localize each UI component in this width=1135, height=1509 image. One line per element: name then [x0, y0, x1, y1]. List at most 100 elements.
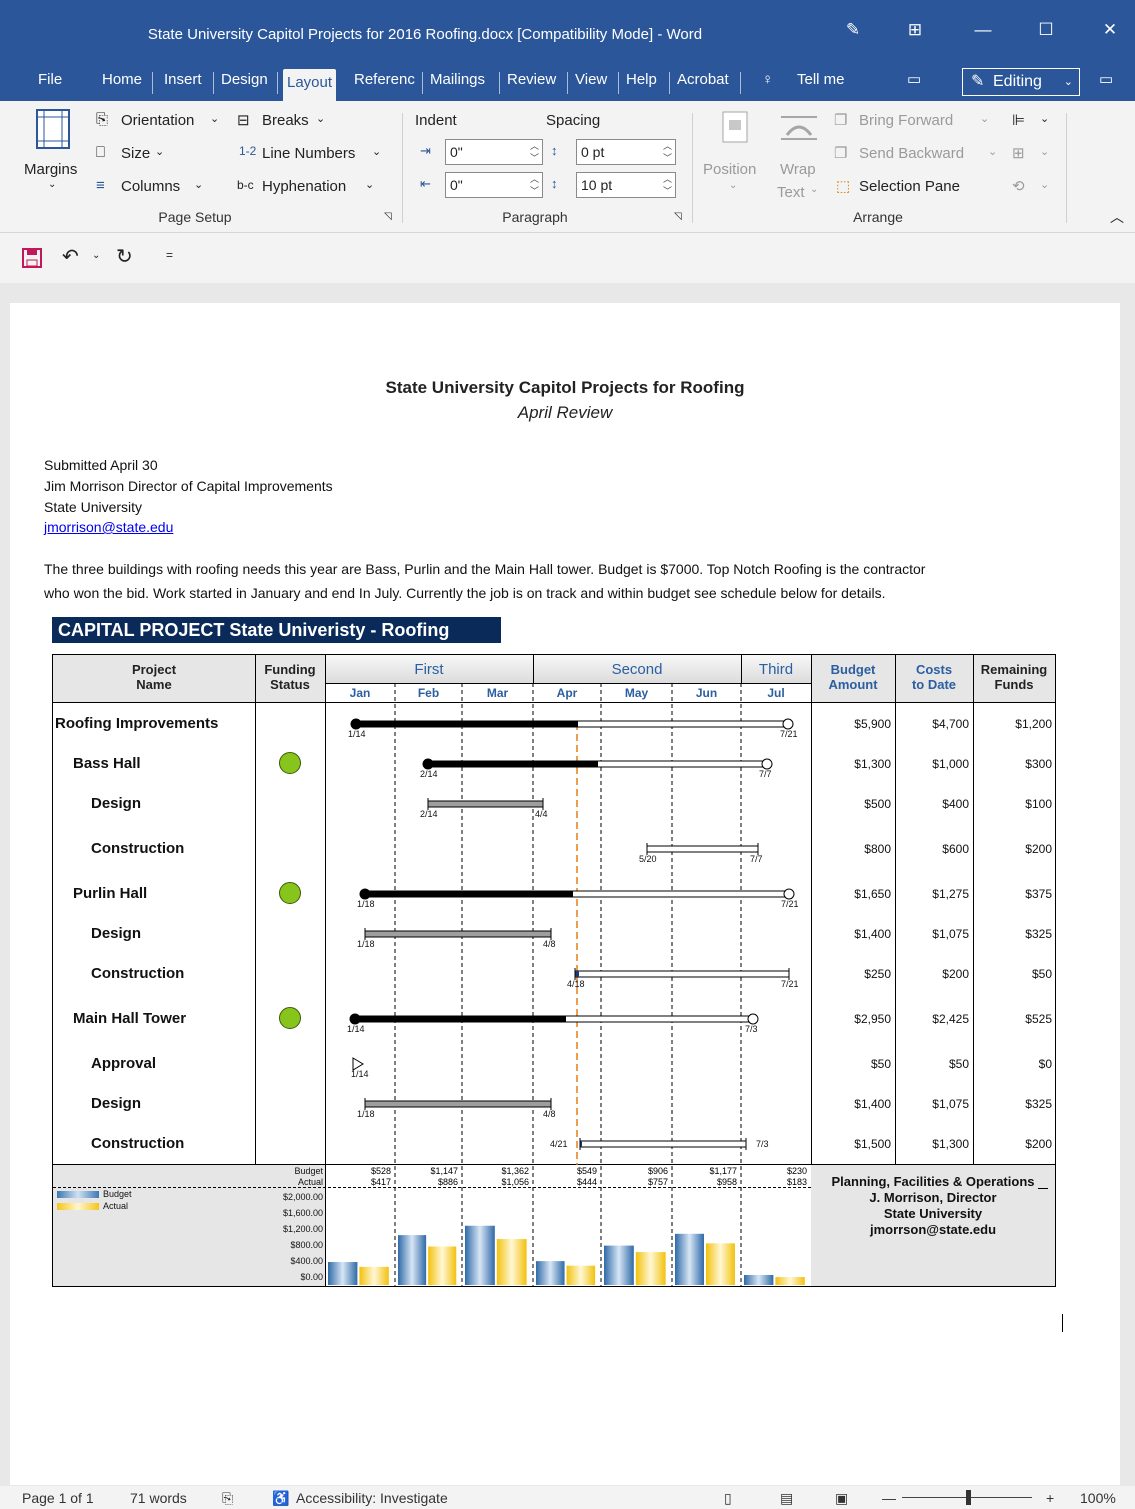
- customize-toolbar-icon[interactable]: =: [166, 248, 173, 262]
- zoom-level[interactable]: 100%: [1080, 1490, 1116, 1506]
- label-budget-mar: $1,362: [501, 1166, 529, 1176]
- close-button[interactable]: ✕: [1090, 16, 1130, 44]
- maximize-button[interactable]: ☐: [1026, 16, 1066, 44]
- spinner-icon[interactable]: ︿ ﹀: [663, 173, 672, 197]
- rotate-icon[interactable]: ⟲: [1012, 177, 1025, 195]
- read-mode-icon[interactable]: ▯: [724, 1490, 732, 1507]
- tab-home[interactable]: Home: [98, 65, 146, 101]
- tab-insert[interactable]: Insert: [160, 65, 206, 101]
- dialog-launcher-icon[interactable]: ◹: [674, 211, 682, 222]
- send-backward-button[interactable]: Send Backward: [859, 145, 964, 162]
- task-name[interactable]: Design: [91, 925, 141, 942]
- selection-pane-button[interactable]: Selection Pane: [859, 178, 960, 195]
- chevron-down-icon[interactable]: ⌄: [92, 250, 100, 261]
- tab-help[interactable]: Help: [622, 65, 661, 101]
- label-actual-jan: $417: [371, 1177, 391, 1187]
- size-button[interactable]: Size: [121, 145, 150, 162]
- proofing-icon[interactable]: ⎘: [222, 1490, 233, 1507]
- tab-references[interactable]: Referenc: [350, 65, 419, 101]
- zoom-slider-thumb[interactable]: [966, 1490, 971, 1505]
- zoom-out-button[interactable]: —: [882, 1490, 896, 1506]
- editing-mode-button[interactable]: ✎ Editing ⌄: [962, 68, 1080, 96]
- page-count[interactable]: Page 1 of 1: [22, 1490, 94, 1506]
- tab-review[interactable]: Review: [503, 65, 560, 101]
- collapse-ribbon-icon[interactable]: ︿: [1110, 207, 1124, 227]
- undo-icon[interactable]: ↶: [62, 244, 79, 269]
- bar-budget-feb: [398, 1235, 427, 1285]
- redo-icon[interactable]: ↻: [116, 244, 133, 269]
- ribbon: Margins ⌄ ⎘ Orientation ⌄ ⎕ Size ⌄ ≡ Col…: [0, 101, 1135, 233]
- position-button[interactable]: Position: [703, 161, 756, 178]
- start-date-label: 1/18: [357, 939, 375, 949]
- designer-icon[interactable]: ✎: [833, 16, 873, 44]
- indent-left-input[interactable]: 0" ︿ ﹀: [445, 139, 543, 165]
- chevron-down-icon: ⌄: [1040, 179, 1050, 191]
- task-name[interactable]: Construction: [91, 840, 184, 857]
- indent-right-input[interactable]: 0" ︿ ﹀: [445, 172, 543, 198]
- spinner-icon[interactable]: ︿ ﹀: [530, 140, 539, 164]
- gantt-chart: Project Name Funding Status First Second…: [52, 654, 1056, 1287]
- spinner-icon[interactable]: ︿ ﹀: [530, 173, 539, 197]
- tell-me-search[interactable]: Tell me: [793, 65, 849, 101]
- budget-row-label: Budget: [294, 1166, 323, 1176]
- costs-to-date: $50: [948, 1057, 969, 1071]
- margins-button[interactable]: Margins: [24, 161, 77, 178]
- budget-header-line1: Budget: [830, 662, 876, 677]
- task-name[interactable]: Construction: [91, 965, 184, 982]
- y-tick-1200: $1,200.00: [282, 1224, 323, 1234]
- hyphenation-button[interactable]: Hyphenation: [262, 178, 346, 195]
- word-count[interactable]: 71 words: [130, 1490, 187, 1506]
- align-icon[interactable]: ⊫: [1012, 111, 1025, 129]
- task-name[interactable]: Purlin Hall: [73, 885, 147, 902]
- indent-right-value: 0": [450, 177, 463, 193]
- spacing-after-input[interactable]: 10 pt ︿ ﹀: [576, 172, 676, 198]
- breaks-button[interactable]: Breaks: [262, 112, 309, 129]
- email-link[interactable]: jmorrison@state.edu: [44, 519, 173, 535]
- tab-file[interactable]: File: [34, 65, 66, 101]
- spacing-before-input[interactable]: 0 pt ︿ ﹀: [576, 139, 676, 165]
- author-line: Jim Morrison Director of Capital Improve…: [44, 478, 333, 494]
- bar-actual-jul: [775, 1277, 805, 1285]
- tab-layout[interactable]: Layout: [283, 69, 337, 101]
- position-icon: [722, 111, 748, 143]
- minimize-button[interactable]: —: [963, 16, 1003, 44]
- accessibility-status[interactable]: Accessibility: Investigate: [296, 1490, 448, 1506]
- task-name[interactable]: Design: [91, 1095, 141, 1112]
- actual-row-label: Actual: [297, 1177, 323, 1187]
- zoom-in-button[interactable]: +: [1046, 1490, 1054, 1506]
- dialog-launcher-icon[interactable]: ◹: [384, 211, 392, 222]
- budget-amount: $1,400: [854, 1097, 891, 1111]
- tab-view[interactable]: View: [571, 65, 611, 101]
- page-setup-group-label: Page Setup: [158, 209, 232, 225]
- orientation-button[interactable]: Orientation: [121, 112, 194, 129]
- task-name[interactable]: Design: [91, 795, 141, 812]
- remaining-funds: $325: [1025, 1097, 1052, 1111]
- bring-forward-button[interactable]: Bring Forward: [859, 112, 953, 129]
- tab-design[interactable]: Design: [217, 65, 272, 101]
- start-date-label: 4/21: [550, 1139, 568, 1149]
- ribbon-display-icon[interactable]: ⊞: [895, 16, 935, 44]
- columns-button[interactable]: Columns: [121, 178, 180, 195]
- task-name[interactable]: Bass Hall: [73, 755, 141, 772]
- save-icon[interactable]: [22, 248, 42, 268]
- task-name[interactable]: Construction: [91, 1135, 184, 1152]
- group-icon[interactable]: ⊞: [1012, 144, 1025, 162]
- line-numbers-button[interactable]: Line Numbers: [262, 145, 355, 162]
- tab-acrobat[interactable]: Acrobat: [673, 65, 733, 101]
- legend-actual-label: Actual: [103, 1201, 129, 1211]
- wrap-text-button[interactable]: Wrap: [780, 161, 816, 178]
- end-date-label: 7/7: [750, 854, 763, 864]
- end-date-label: 4/8: [543, 1109, 556, 1119]
- comment-icon[interactable]: ▭: [903, 65, 925, 101]
- web-layout-icon[interactable]: ▣: [835, 1490, 848, 1507]
- share-comment-icon[interactable]: ▭: [1095, 65, 1117, 101]
- task-name[interactable]: Main Hall Tower: [73, 1010, 186, 1027]
- spacing-label: Spacing: [546, 112, 601, 129]
- task-name[interactable]: Roofing Improvements: [55, 715, 218, 732]
- print-layout-icon[interactable]: ▤: [780, 1490, 793, 1507]
- task-name[interactable]: Approval: [91, 1055, 156, 1072]
- tab-mailings[interactable]: Mailings: [426, 65, 489, 101]
- legend-actual-swatch: [57, 1203, 99, 1210]
- spinner-icon[interactable]: ︿ ﹀: [663, 140, 672, 164]
- margins-icon[interactable]: [36, 109, 70, 149]
